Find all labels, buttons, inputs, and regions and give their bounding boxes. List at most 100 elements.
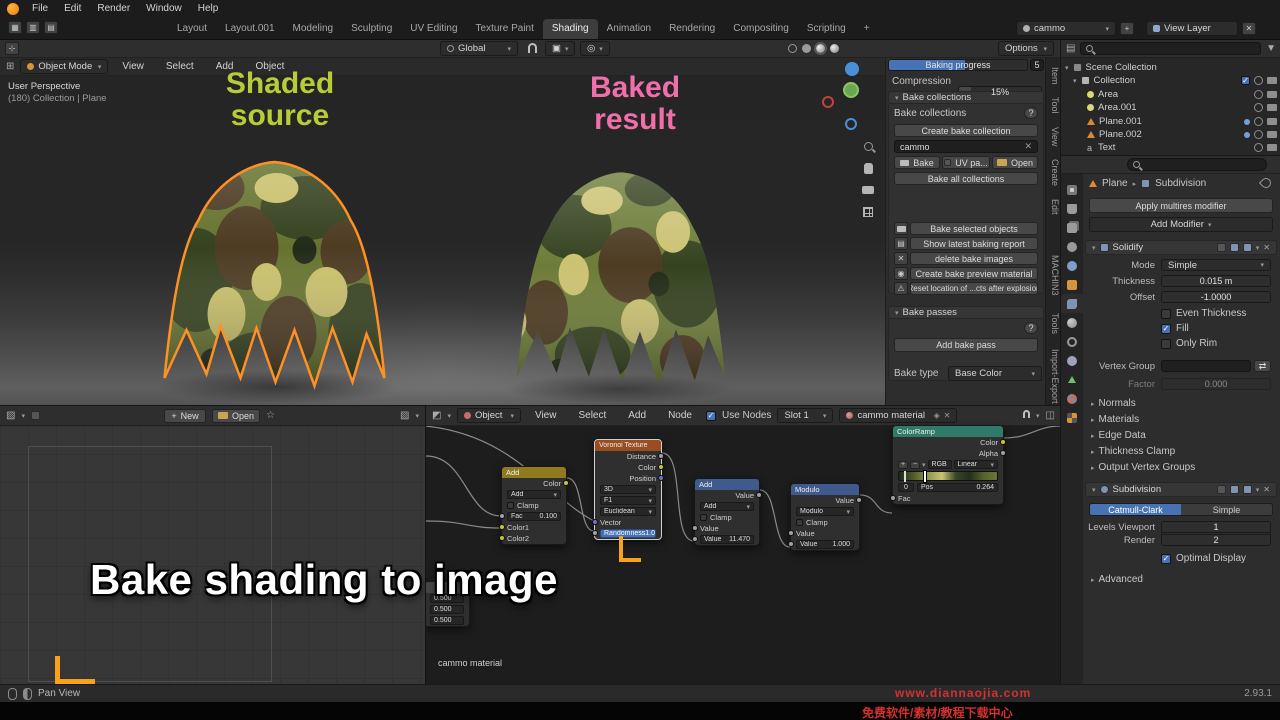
tab-output[interactable]	[1061, 199, 1083, 218]
edit-mode-toggle-icon[interactable]	[1217, 485, 1226, 494]
create-bake-preview-material-button[interactable]: Create bake preview material	[910, 267, 1038, 280]
clear-icon[interactable]: ✕	[1024, 141, 1032, 152]
open-image-button[interactable]: Open	[212, 409, 260, 423]
socket-vector-in[interactable]	[592, 519, 598, 525]
camera-icon[interactable]	[894, 222, 908, 235]
socket-fac-in[interactable]	[499, 513, 505, 519]
socket-randomness-in[interactable]	[592, 530, 598, 536]
workspace-tab-compositing[interactable]: Compositing	[724, 19, 798, 39]
blend-mode-dropdown[interactable]: Add▾	[507, 490, 561, 499]
image-pin-icon[interactable]	[31, 411, 40, 420]
shield-icon[interactable]: ◈	[934, 411, 940, 420]
thickness-field[interactable]: 0.015 m	[1161, 275, 1271, 287]
extras-menu-icon[interactable]: ▾	[1256, 244, 1260, 252]
catmull-clark-button[interactable]: Catmull-Clark	[1090, 504, 1181, 515]
socket-color1-in[interactable]	[499, 524, 505, 530]
transform-orientation-dropdown[interactable]: Global ▾	[440, 41, 518, 56]
solidify-modifier-header[interactable]: ▾ Solidify ▾ ✕	[1085, 240, 1277, 255]
menu-edit[interactable]: Edit	[56, 0, 89, 18]
workspace-tab-modeling[interactable]: Modeling	[284, 19, 343, 39]
unlink-icon[interactable]: ✕	[944, 411, 951, 420]
hide-viewport-icon[interactable]	[1254, 130, 1263, 139]
menu-help[interactable]: Help	[190, 0, 227, 18]
socket-value-out[interactable]	[756, 492, 762, 498]
baking-progress-bar[interactable]: Baking progress	[888, 59, 1028, 71]
fill-checkbox[interactable]: ✓	[1161, 324, 1171, 334]
use-nodes-checkbox[interactable]: ✓	[706, 411, 716, 421]
subdivision-modifier-header[interactable]: ▾ Subdivision ▾ ✕	[1085, 482, 1277, 497]
fac-slider[interactable]: Fac0.100	[507, 512, 561, 521]
bake-selected-objects-button[interactable]: Bake selected objects	[910, 222, 1038, 235]
camera-view-icon[interactable]	[860, 182, 876, 198]
socket-distance-out[interactable]	[658, 453, 664, 459]
image-settings-icon[interactable]: ▨	[400, 410, 409, 421]
socket-color-out[interactable]	[563, 480, 569, 486]
outliner-row-text[interactable]: a Text	[1087, 141, 1277, 154]
gizmo-axis-x-negative[interactable]	[822, 96, 834, 108]
socket-color-out[interactable]	[658, 464, 664, 470]
normals-section[interactable]: ▸Normals	[1091, 398, 1136, 409]
tab-particles[interactable]	[1061, 313, 1083, 332]
workspace-tab-layout[interactable]: Layout	[168, 19, 216, 39]
gizmo-axis-y-positive[interactable]	[843, 82, 859, 98]
outliner-row-plane-002[interactable]: Plane.002	[1087, 128, 1277, 141]
new-scene-button[interactable]: +	[1120, 22, 1134, 35]
workspace-tab-uv-editing[interactable]: UV Editing	[401, 19, 466, 39]
add-modifier-dropdown[interactable]: Add Modifier ▾	[1089, 217, 1273, 232]
clamp-checkbox[interactable]	[700, 514, 707, 521]
workspace-tab-layout-001[interactable]: Layout.001	[216, 19, 284, 39]
baked-result-object[interactable]	[505, 142, 737, 390]
proportional-edit-dropdown[interactable]: ◎▾	[580, 41, 610, 56]
outliner-editor-icon[interactable]: ▤	[1066, 43, 1075, 54]
dimensions-dropdown[interactable]: 3D▾	[600, 485, 656, 494]
hide-viewport-icon[interactable]	[1254, 103, 1263, 112]
add-workspace-button[interactable]: +	[855, 19, 879, 39]
workspace-tab-scripting[interactable]: Scripting	[798, 19, 855, 39]
shader-menu-select[interactable]: Select	[570, 407, 614, 425]
bake-button[interactable]: Bake	[894, 156, 940, 169]
warning-icon[interactable]: ⚠	[894, 282, 908, 295]
shader-type-dropdown[interactable]: Object ▾	[457, 408, 521, 423]
collection-name-input[interactable]: cammo ✕	[894, 140, 1038, 153]
color-ramp-gradient[interactable]	[898, 471, 998, 481]
add-stop-button[interactable]: +	[898, 461, 908, 469]
render-toggle-icon[interactable]	[1243, 243, 1252, 252]
rendered-shading-icon[interactable]	[830, 44, 839, 53]
outliner-search-input[interactable]	[1080, 42, 1261, 55]
output-vertex-groups-section[interactable]: ▸Output Vertex Groups	[1091, 462, 1195, 473]
material-preview-icon[interactable]	[816, 44, 825, 53]
menu-render[interactable]: Render	[89, 0, 138, 18]
snap-magnet-icon[interactable]	[528, 43, 537, 53]
apply-multires-button[interactable]: Apply multires modifier	[1089, 198, 1273, 213]
vertex-group-field[interactable]	[1161, 360, 1251, 372]
only-rim-checkbox[interactable]	[1161, 339, 1171, 349]
even-thickness-checkbox[interactable]	[1161, 309, 1171, 319]
socket-value2-in[interactable]	[788, 541, 794, 547]
vector-y-field[interactable]: 0.500	[430, 605, 464, 614]
close-icon[interactable]: ✕	[1263, 485, 1270, 494]
disable-render-icon[interactable]	[1267, 131, 1277, 138]
blender-logo-icon[interactable]	[7, 3, 19, 15]
ramp-stop-handle-active[interactable]	[924, 471, 926, 482]
show-latest-baking-report-button[interactable]: Show latest baking report	[910, 237, 1038, 250]
thickness-clamp-section[interactable]: ▸Thickness Clamp	[1091, 446, 1175, 457]
disable-render-icon[interactable]	[1267, 91, 1277, 98]
hide-viewport-icon[interactable]	[1254, 143, 1263, 152]
properties-search-input[interactable]	[1127, 158, 1267, 171]
socket-value-in[interactable]	[692, 525, 698, 531]
reset-location-button[interactable]: Reset location of ...cts after explosion	[910, 282, 1038, 295]
edge-data-section[interactable]: ▸Edge Data	[1091, 430, 1146, 441]
outliner-row-collection[interactable]: ▾ Collection ✓	[1073, 74, 1277, 87]
mode-dropdown[interactable]: Object Mode ▾	[20, 59, 108, 74]
disable-render-icon[interactable]	[1267, 77, 1277, 84]
socket-value-out[interactable]	[856, 497, 862, 503]
ortho-grid-icon[interactable]	[860, 204, 876, 220]
optimal-display-checkbox[interactable]: ✓	[1161, 554, 1171, 564]
outliner-row-plane-001[interactable]: Plane.001	[1087, 115, 1277, 128]
mode-dropdown[interactable]: Simple ▾	[1161, 259, 1271, 271]
compression-slider[interactable]: 15%	[958, 86, 1042, 98]
simple-button[interactable]: Simple	[1181, 504, 1272, 515]
node-math-add[interactable]: Add Value Add▾ Clamp Value Value11.470	[694, 478, 760, 546]
tab-scene[interactable]	[1061, 237, 1083, 256]
tab-view-layer[interactable]	[1061, 218, 1083, 237]
